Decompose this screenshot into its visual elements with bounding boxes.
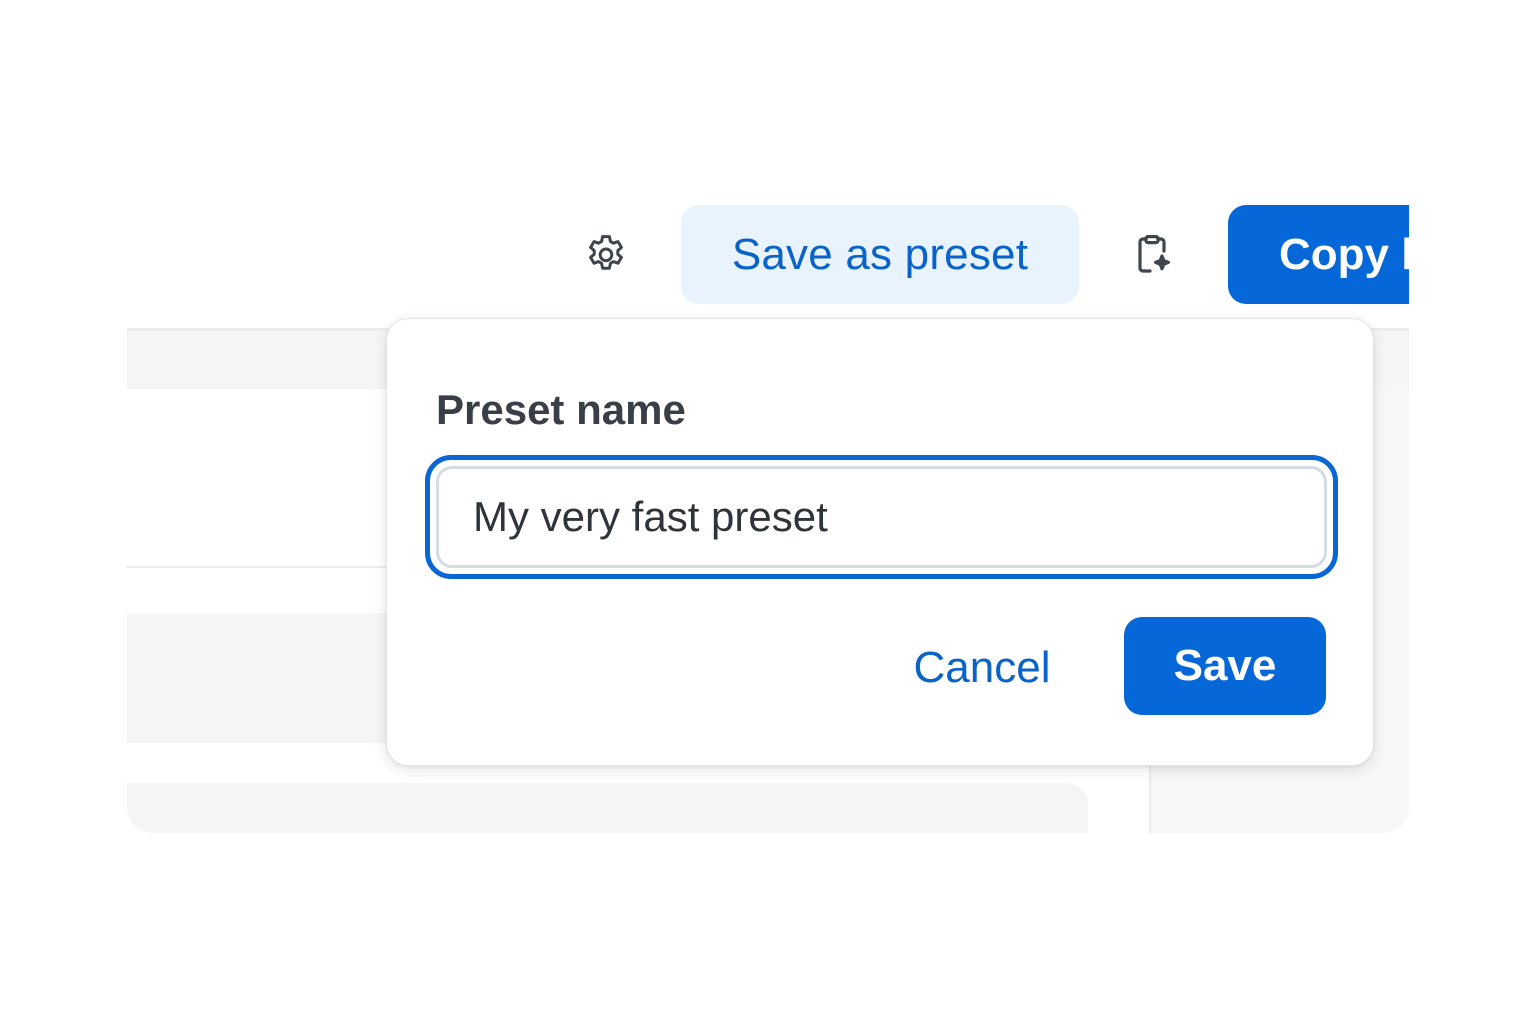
preset-name-focus-ring: [425, 455, 1338, 579]
ai-clipboard-button[interactable]: [1122, 226, 1182, 286]
background-content-block: [127, 613, 427, 743]
save-button[interactable]: Save: [1124, 617, 1326, 715]
preset-name-label: Preset name: [436, 386, 686, 433]
save-preset-popover: Preset name Cancel Save: [386, 318, 1374, 766]
screen: Save as preset Copy l Preset name Cancel…: [0, 0, 1536, 1024]
background-divider: [127, 566, 427, 568]
preset-name-field: [436, 466, 1327, 568]
cancel-button[interactable]: Cancel: [887, 619, 1077, 717]
gear-icon: [582, 231, 630, 282]
background-footer-block: [127, 783, 1088, 833]
copy-button-clip: Copy l: [1228, 205, 1409, 304]
save-as-preset-button[interactable]: Save as preset: [681, 205, 1079, 304]
preset-name-input[interactable]: [439, 493, 1324, 541]
clipboard-sparkle-icon: [1128, 231, 1176, 282]
copy-button[interactable]: Copy l: [1228, 205, 1409, 304]
settings-button[interactable]: [576, 226, 636, 286]
